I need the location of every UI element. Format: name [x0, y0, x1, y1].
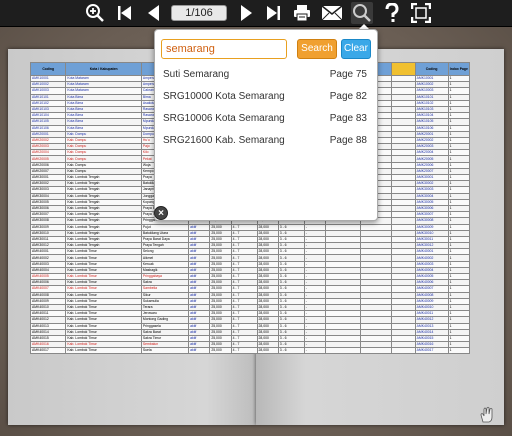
zoom-in-icon[interactable] — [84, 2, 106, 24]
table-header-cell: Indox Page — [447, 62, 470, 76]
search-result[interactable]: SRG10006 Kota Semarang Page 83 — [163, 110, 371, 128]
fullscreen-icon[interactable] — [410, 2, 432, 24]
clear-button[interactable]: Clear — [341, 39, 371, 59]
table-cell — [360, 347, 393, 355]
table-cell: 3 - 6 — [277, 347, 305, 355]
search-result-text: SRG21600 Kab. Semarang — [163, 135, 285, 146]
search-result-text: Suti Semarang — [163, 69, 230, 80]
first-page-icon[interactable] — [114, 2, 136, 24]
close-search-button[interactable]: × — [154, 206, 168, 220]
search-result-text: SRG10000 Kota Semarang — [163, 91, 285, 102]
search-result-page: Page 82 — [329, 91, 367, 102]
table-cell: Suela — [140, 347, 190, 355]
search-result-page: Page 88 — [329, 135, 367, 146]
page-number-field[interactable] — [171, 5, 227, 21]
table-header-cell: Coding — [30, 62, 67, 76]
table-row: AMK40017 Kab. Lombok Timur Suela aktif 25,00… — [30, 347, 470, 355]
previous-page-icon[interactable] — [143, 2, 165, 24]
search-button[interactable]: Search — [297, 39, 337, 59]
search-result-page: Page 75 — [329, 69, 367, 80]
print-icon[interactable] — [291, 2, 313, 24]
next-page-icon[interactable] — [235, 2, 257, 24]
table-cell: 28,000 — [256, 347, 279, 355]
table-cell: aktif — [188, 347, 211, 355]
table-header-cell — [391, 62, 416, 76]
viewer-toolbar — [0, 0, 512, 27]
table-cell: 25,000 — [209, 347, 232, 355]
table-cell: - — [303, 347, 326, 355]
table-header-cell: Kota / Kabupaten — [65, 62, 142, 76]
table-cell — [391, 347, 416, 355]
table-cell: AMK40017 — [414, 347, 449, 355]
email-icon[interactable] — [321, 2, 343, 24]
table-cell: 1 — [447, 347, 470, 355]
help-icon[interactable] — [381, 2, 403, 24]
search-popup: Search Clear Suti Semarang Page 75 SRG10… — [154, 29, 378, 221]
search-result[interactable]: SRG21600 Kab. Semarang Page 88 — [163, 132, 371, 150]
table-cell — [324, 347, 362, 355]
last-page-icon[interactable] — [262, 2, 284, 24]
search-icon[interactable] — [351, 2, 373, 24]
table-cell: AMK40017 — [30, 347, 67, 355]
table-header-cell: Coding — [414, 62, 449, 76]
table-cell: Kab. Lombok Timur — [65, 347, 142, 355]
search-input[interactable] — [161, 39, 287, 59]
search-result-page: Page 83 — [329, 113, 367, 124]
table-cell: 4 - 7 — [230, 347, 258, 355]
search-result[interactable]: Suti Semarang Page 75 — [163, 66, 371, 84]
page-curl-hand-icon[interactable] — [478, 406, 496, 424]
search-result[interactable]: SRG10000 Kota Semarang Page 82 — [163, 88, 371, 106]
search-result-text: SRG10006 Kota Semarang — [163, 113, 285, 124]
